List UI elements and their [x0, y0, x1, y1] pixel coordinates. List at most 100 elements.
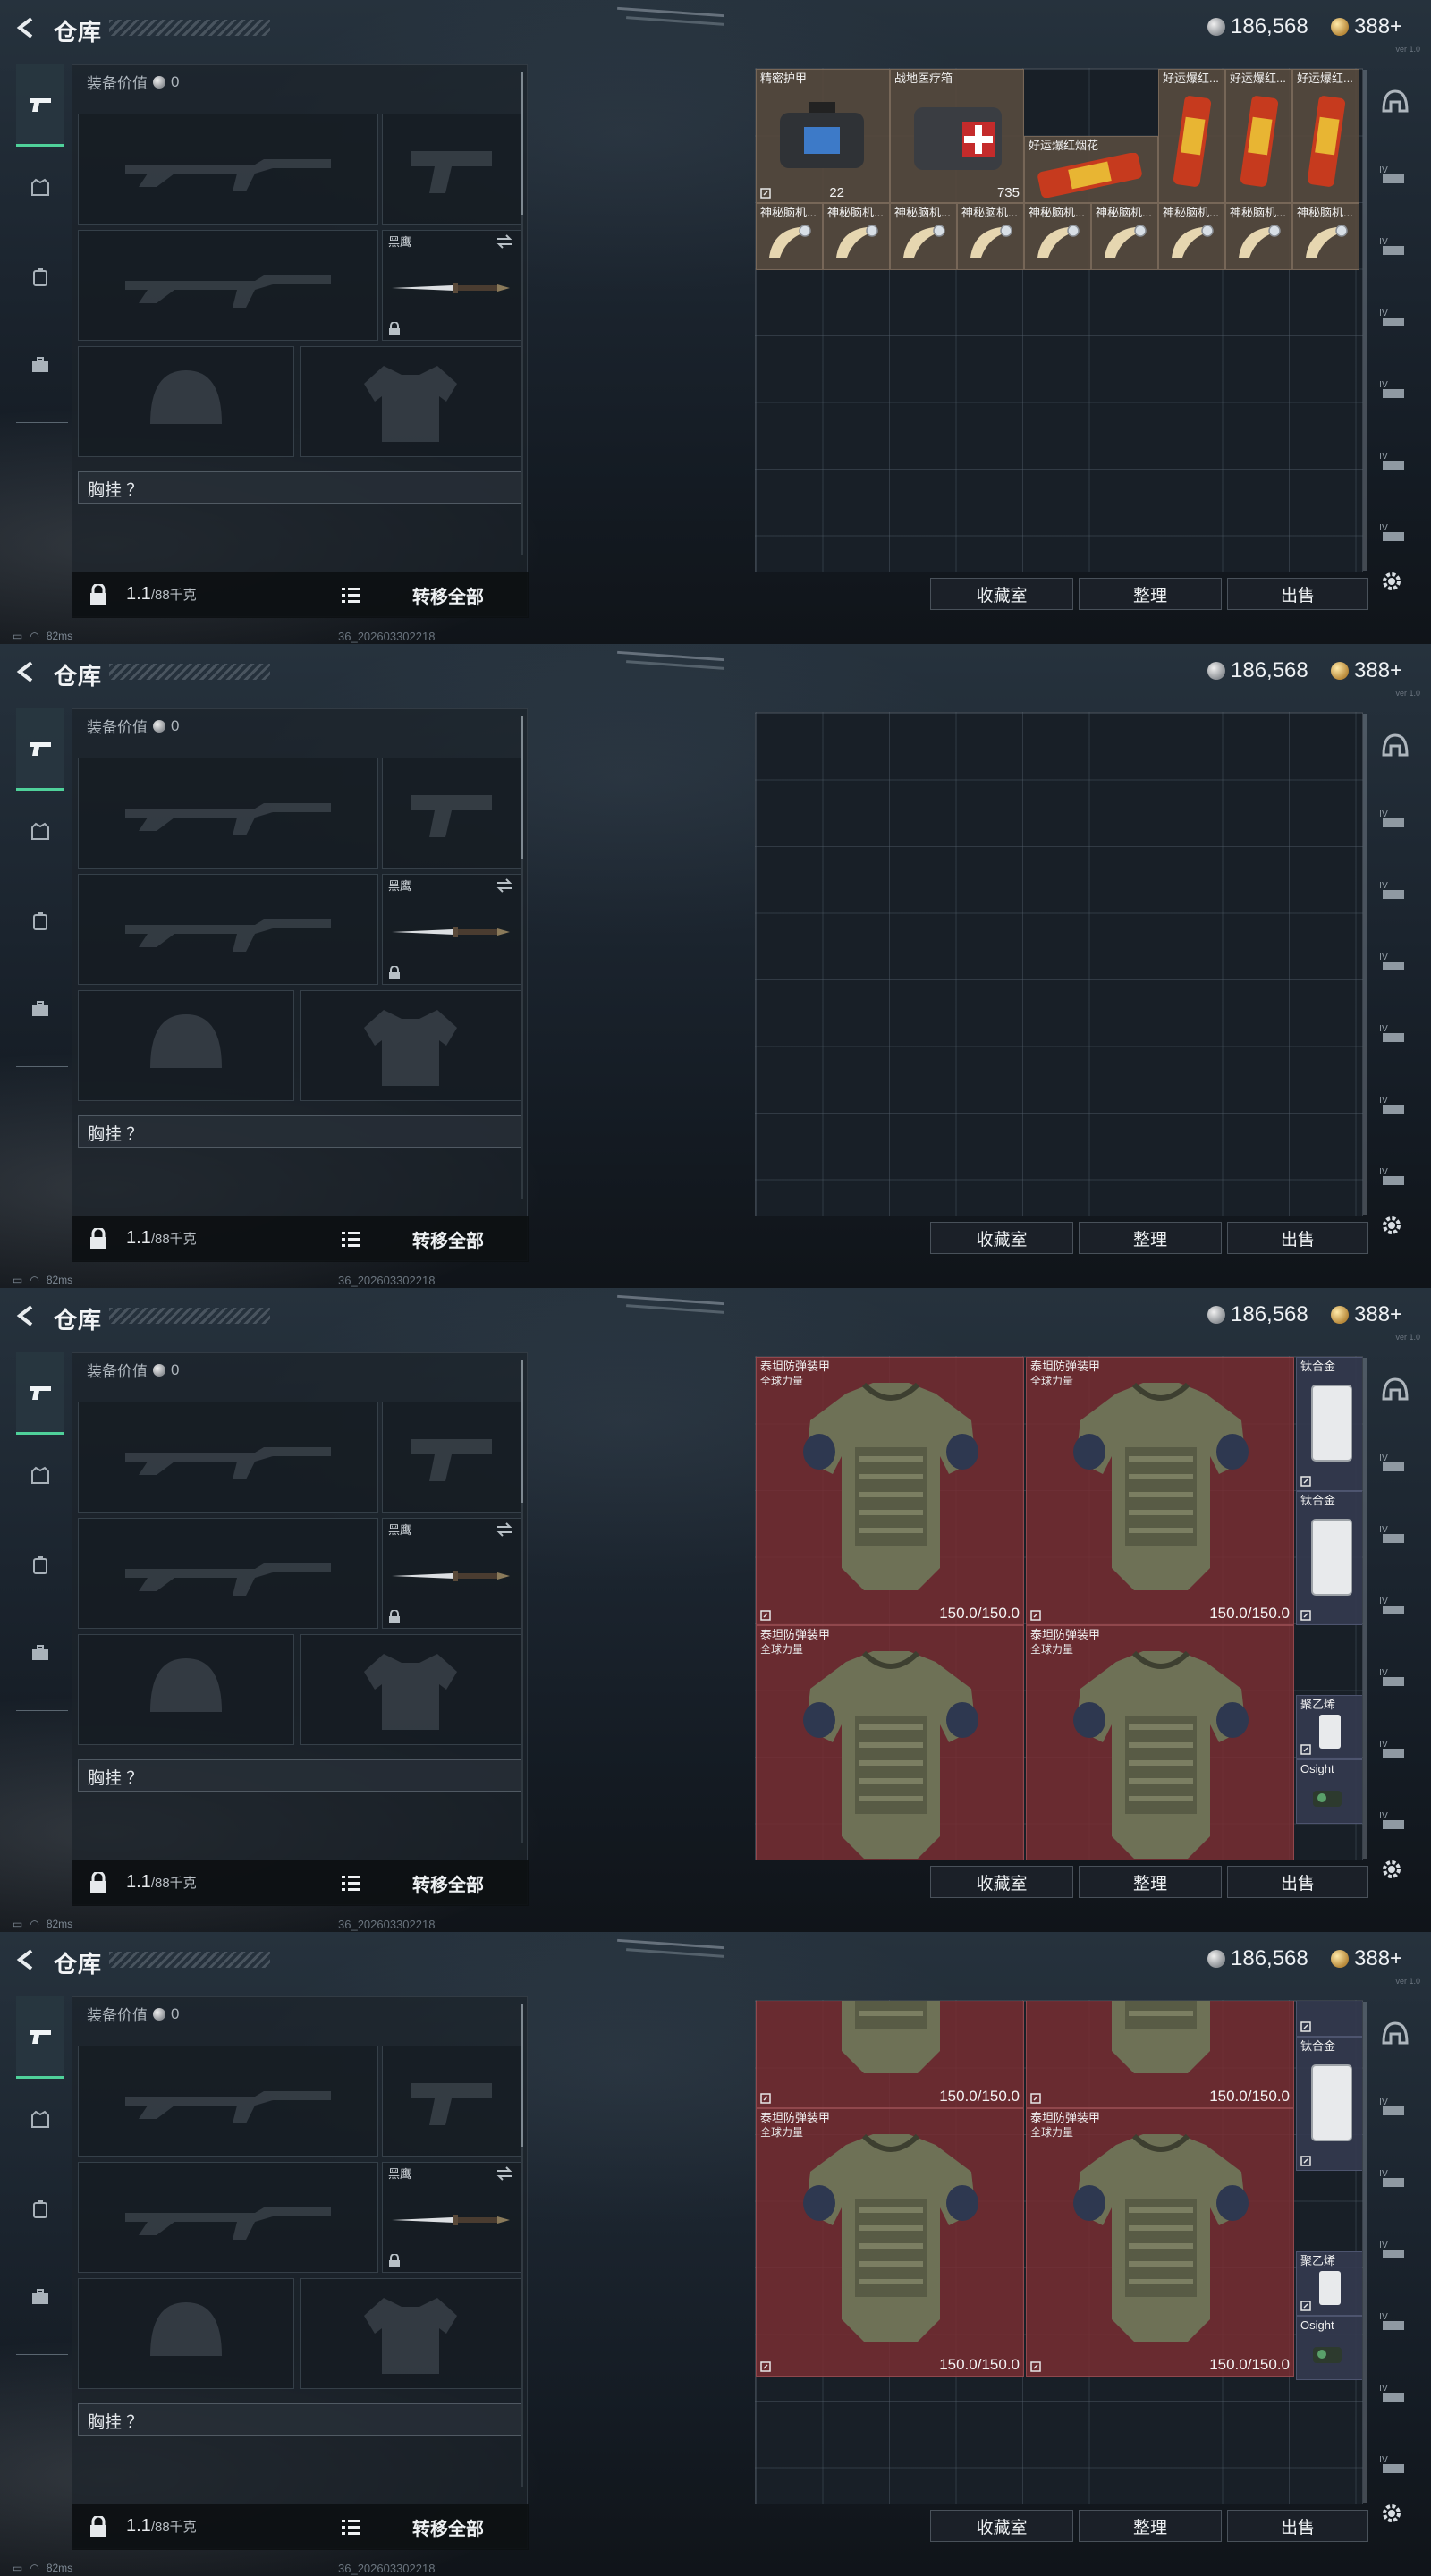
armor-filter-icon[interactable]: IV: [1376, 376, 1415, 402]
plate-item[interactable]: 钛合金: [1296, 2037, 1362, 2171]
settings-button[interactable]: [1376, 1853, 1408, 1885]
weapon-filter-icon[interactable]: IV: [1376, 2236, 1415, 2263]
chest-rig-slot[interactable]: 胸挂 ？: [78, 2403, 521, 2436]
poly-item[interactable]: 聚乙烯: [1296, 1695, 1362, 1759]
ammo-filter-icon[interactable]: IV: [1376, 2093, 1415, 2120]
storage-item[interactable]: 战地医疗箱 735: [890, 69, 1024, 203]
list-icon[interactable]: [341, 1874, 360, 1892]
helmet-slot[interactable]: [78, 990, 294, 1101]
body-armor-item[interactable]: 泰坦防弹装甲全球力量150.0/150.0: [756, 2108, 1024, 2377]
tab-weapons[interactable]: [16, 708, 64, 791]
sell-button[interactable]: 出售: [1227, 578, 1368, 610]
tab-case[interactable]: [16, 968, 64, 1050]
body-armor-item[interactable]: 泰坦防弹装甲全球力量150.0/150.0: [756, 1625, 1024, 1860]
body-armor-item[interactable]: 泰坦防弹装甲全球力量150.0/150.0: [1026, 2001, 1294, 2108]
pistol-slot[interactable]: [382, 2046, 521, 2157]
tab-weapons[interactable]: [16, 1352, 64, 1435]
knife-slot[interactable]: 黑鹰: [382, 2162, 521, 2273]
misc-filter-icon[interactable]: IV: [1376, 1735, 1415, 1762]
storage-item[interactable]: 神秘脑机...: [823, 203, 890, 270]
equipment-scroll-thumb[interactable]: [521, 72, 523, 215]
sort-button[interactable]: 整理: [1079, 1866, 1222, 1898]
tab-case[interactable]: [16, 324, 64, 406]
storage-scrollbar[interactable]: [1363, 714, 1367, 1215]
key-filter-icon[interactable]: IV: [1376, 1163, 1415, 1190]
sort-button[interactable]: 整理: [1079, 1222, 1222, 1254]
primary-weapon-slot[interactable]: [78, 2046, 378, 2157]
body-armor-item[interactable]: 泰坦防弹装甲全球力量150.0/150.0: [1026, 2108, 1294, 2377]
settings-button[interactable]: [1376, 2497, 1408, 2529]
secondary-weapon-slot[interactable]: [78, 1518, 378, 1629]
storage-item[interactable]: 神秘脑机...: [756, 203, 823, 270]
transfer-all-button[interactable]: 转移全部: [412, 1870, 484, 1896]
back-button[interactable]: [13, 658, 39, 685]
secondary-weapon-slot[interactable]: [78, 2162, 378, 2273]
poly-item[interactable]: 聚乙烯: [1296, 2251, 1362, 2316]
medkit-filter-icon[interactable]: IV: [1376, 1521, 1415, 1547]
secondary-weapon-slot[interactable]: [78, 230, 378, 341]
sell-button[interactable]: 出售: [1227, 2510, 1368, 2542]
weapon-filter-icon[interactable]: IV: [1376, 1592, 1415, 1619]
storage-item[interactable]: 神秘脑机...: [1225, 203, 1292, 270]
helmet-slot[interactable]: [78, 346, 294, 457]
tab-backpack[interactable]: [16, 236, 64, 318]
tab-case[interactable]: [16, 2256, 64, 2338]
storage-grid[interactable]: [755, 712, 1363, 1216]
helmet-filter-icon[interactable]: [1376, 732, 1415, 758]
storage-grid[interactable]: 精密护甲 22 战地医疗箱 735 好运爆红... 好运爆红... 好运爆红... 好运爆红烟…: [755, 68, 1363, 572]
list-icon[interactable]: [341, 2518, 360, 2536]
sell-button[interactable]: 出售: [1227, 1866, 1368, 1898]
tab-armor[interactable]: [16, 1435, 64, 1517]
equipment-scroll-thumb[interactable]: [521, 716, 523, 859]
equipment-scroll-thumb[interactable]: [521, 2004, 523, 2147]
body-armor-slot[interactable]: [300, 2278, 521, 2389]
medkit-filter-icon[interactable]: IV: [1376, 877, 1415, 903]
body-armor-item[interactable]: 泰坦防弹装甲全球力量150.0/150.0: [756, 1357, 1024, 1625]
back-button[interactable]: [13, 1302, 39, 1329]
storage-item[interactable]: 神秘脑机...: [890, 203, 957, 270]
ammo-filter-icon[interactable]: IV: [1376, 805, 1415, 832]
storage-grid[interactable]: 泰坦防弹装甲全球力量150.0/150.0泰坦防弹装甲全球力量150.0/150…: [755, 2000, 1363, 2504]
back-button[interactable]: [13, 1946, 39, 1973]
knife-slot[interactable]: 黑鹰: [382, 230, 521, 341]
helmet-filter-icon[interactable]: [1376, 2020, 1415, 2046]
tab-backpack[interactable]: [16, 1524, 64, 1606]
storage-item[interactable]: 神秘脑机...: [1292, 203, 1359, 270]
key-filter-icon[interactable]: IV: [1376, 1807, 1415, 1834]
storage-item[interactable]: 神秘脑机...: [957, 203, 1024, 270]
knife-slot[interactable]: 黑鹰: [382, 1518, 521, 1629]
tab-weapons[interactable]: [16, 64, 64, 147]
primary-weapon-slot[interactable]: [78, 758, 378, 869]
tab-armor[interactable]: [16, 2079, 64, 2161]
list-icon[interactable]: [341, 1230, 360, 1248]
collection-room-button[interactable]: 收藏室: [930, 578, 1073, 610]
tab-weapons[interactable]: [16, 1996, 64, 2079]
chest-rig-slot[interactable]: 胸挂 ？: [78, 471, 521, 504]
tab-armor[interactable]: [16, 147, 64, 229]
chest-rig-slot[interactable]: 胸挂 ？: [78, 1115, 521, 1148]
equipment-scroll-thumb[interactable]: [521, 1360, 523, 1503]
storage-item[interactable]: 好运爆红...: [1292, 69, 1359, 203]
armor-filter-icon[interactable]: IV: [1376, 1020, 1415, 1046]
key-filter-icon[interactable]: IV: [1376, 519, 1415, 546]
collection-room-button[interactable]: 收藏室: [930, 2510, 1073, 2542]
gold-currency[interactable]: 388+: [1331, 658, 1402, 683]
primary-weapon-slot[interactable]: [78, 1402, 378, 1513]
storage-scrollbar[interactable]: [1363, 70, 1367, 571]
gold-currency[interactable]: 388+: [1331, 1302, 1402, 1327]
helmet-filter-icon[interactable]: [1376, 88, 1415, 114]
medkit-filter-icon[interactable]: IV: [1376, 2165, 1415, 2191]
plate-item[interactable]: [1296, 2001, 1362, 2037]
body-armor-item[interactable]: 泰坦防弹装甲全球力量150.0/150.0: [756, 2001, 1024, 2108]
weapon-filter-icon[interactable]: IV: [1376, 948, 1415, 975]
body-armor-slot[interactable]: [300, 990, 521, 1101]
swap-icon[interactable]: [495, 1522, 513, 1537]
key-filter-icon[interactable]: IV: [1376, 2451, 1415, 2478]
settings-button[interactable]: [1376, 1209, 1408, 1241]
tab-armor[interactable]: [16, 791, 64, 873]
plate-item[interactable]: 钛合金: [1296, 1491, 1362, 1625]
tab-backpack[interactable]: [16, 2168, 64, 2250]
gold-currency[interactable]: 388+: [1331, 14, 1402, 39]
armor-filter-icon[interactable]: IV: [1376, 1664, 1415, 1690]
sort-button[interactable]: 整理: [1079, 2510, 1222, 2542]
